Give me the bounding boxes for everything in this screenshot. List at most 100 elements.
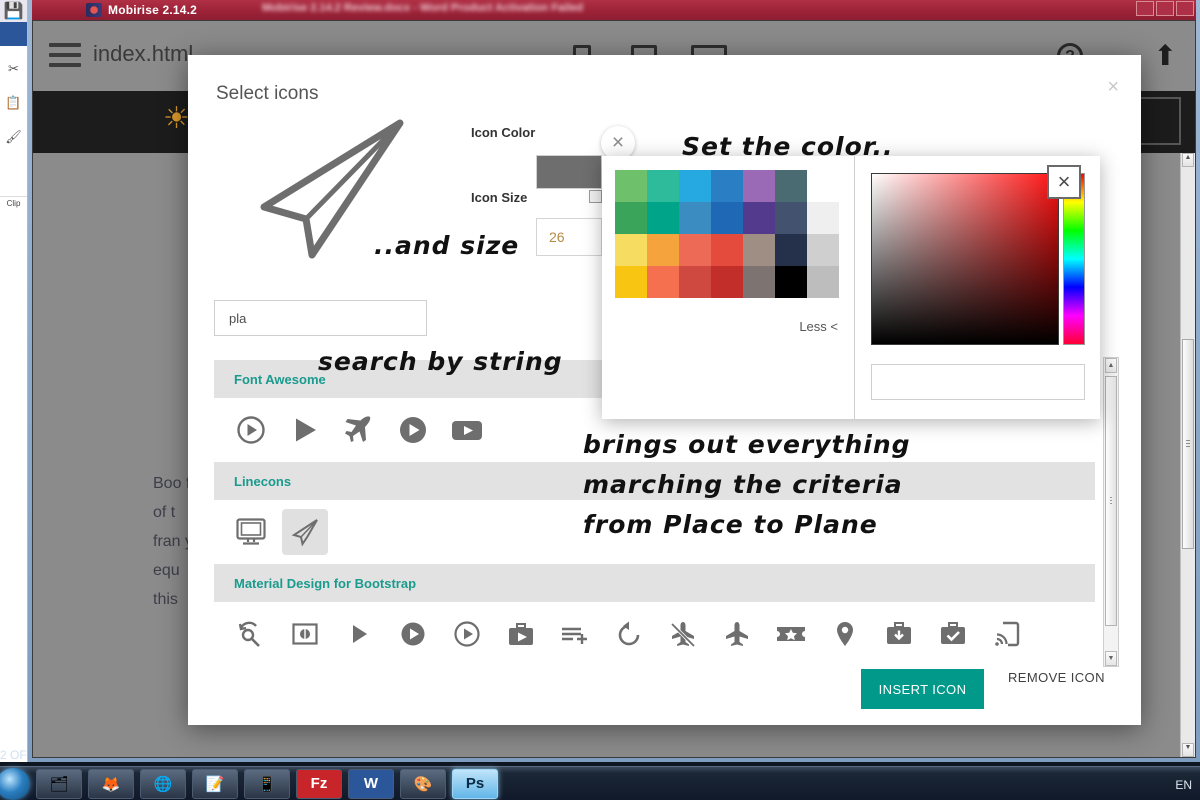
copy-icon[interactable]: 📋 [0, 86, 27, 120]
play-arrow-icon[interactable] [336, 611, 382, 657]
place-pin-icon[interactable] [822, 611, 868, 657]
play-circle-outline-icon[interactable] [444, 611, 490, 657]
color-swatch-1[interactable] [647, 170, 679, 202]
color-swatch-3[interactable] [711, 170, 743, 202]
word-tab-strip[interactable] [0, 22, 27, 46]
play-circle-fill-icon[interactable] [390, 611, 436, 657]
color-swatch-8[interactable] [647, 202, 679, 234]
color-swatch-27[interactable] [807, 266, 839, 298]
airplanemode-on-icon[interactable] [714, 611, 760, 657]
brightness-box-icon[interactable] [282, 611, 328, 657]
color-swatch-13[interactable] [807, 202, 839, 234]
menu-hamburger-icon[interactable] [49, 43, 81, 73]
color-swatch-14[interactable] [615, 234, 647, 266]
search-input[interactable] [214, 300, 427, 336]
publish-upload-icon[interactable]: ⬆ [1154, 43, 1177, 69]
taskbar-photoshop[interactable]: Ps [452, 769, 498, 799]
scroll-up-arrow-icon[interactable]: ▲ [1105, 358, 1117, 373]
screen-cast-icon[interactable] [984, 611, 1030, 657]
page-scrollbar[interactable]: ▲ ▼ [1180, 153, 1195, 757]
color-swatch-22[interactable] [647, 266, 679, 298]
close-advanced-picker-icon[interactable]: × [1047, 165, 1081, 199]
icon-color-swatch-button[interactable] [536, 155, 602, 189]
color-swatch-10[interactable] [711, 202, 743, 234]
youtube-play-icon[interactable] [444, 407, 490, 453]
language-indicator[interactable]: EN [1175, 778, 1192, 792]
taskbar-notepad-plus-plus[interactable]: 📝 [192, 769, 238, 799]
start-button-icon[interactable] [0, 768, 30, 800]
scroll-down-arrow-icon[interactable]: ▼ [1105, 651, 1117, 666]
icon-size-checkbox[interactable] [589, 190, 602, 203]
scroll-up-arrow-icon[interactable]: ▲ [1182, 153, 1194, 167]
taskbar-firefox[interactable]: 🦊 [88, 769, 134, 799]
plane-icon[interactable] [336, 407, 382, 453]
color-swatch-7[interactable] [615, 202, 647, 234]
color-swatch-0[interactable] [615, 170, 647, 202]
paper-plane-icon[interactable] [282, 509, 328, 555]
taskbar-snagit[interactable]: 🎨 [400, 769, 446, 799]
color-swatch-15[interactable] [647, 234, 679, 266]
play-for-work-box-icon[interactable] [498, 611, 544, 657]
dialog-title: Select icons [216, 83, 318, 105]
scrollbar-thumb[interactable] [1105, 376, 1117, 626]
taskbar-filezilla[interactable]: Fz [296, 769, 342, 799]
color-swatch-4[interactable] [743, 170, 775, 202]
color-swatch-24[interactable] [711, 266, 743, 298]
maximize-button[interactable] [1156, 1, 1174, 16]
work-check-icon[interactable] [930, 611, 976, 657]
taskbar-internet-explorer[interactable]: 🌐 [140, 769, 186, 799]
close-icon[interactable]: × [1107, 77, 1119, 97]
remove-icon-button[interactable]: REMOVE ICON [1002, 669, 1111, 686]
taskbar-microsoft-word[interactable]: W [348, 769, 394, 799]
color-swatch-11[interactable] [743, 202, 775, 234]
color-swatch-26[interactable] [775, 266, 807, 298]
playlist-add-icon[interactable] [552, 611, 598, 657]
mobirise-title-bar[interactable]: Mobirise 2.14.2 Mobirise 2.14.2 Review.d… [32, 0, 1196, 20]
filezilla-icon: Fz [311, 775, 328, 792]
scroll-down-arrow-icon[interactable]: ▼ [1182, 743, 1194, 757]
autorenew-search-icon[interactable] [228, 611, 274, 657]
color-swatch-20[interactable] [807, 234, 839, 266]
color-swatch-18[interactable] [743, 234, 775, 266]
airplanemode-off-icon[interactable] [660, 611, 706, 657]
cut-icon[interactable]: ✂ [0, 52, 27, 86]
color-swatch-17[interactable] [711, 234, 743, 266]
word-ribbon-sliver: 💾 ✂ 📋 🖌 Clip [0, 0, 28, 762]
play-circle-filled-icon[interactable] [390, 407, 436, 453]
icon-list-scrollbar[interactable]: ▲ ▼ [1103, 357, 1119, 667]
color-swatch-12[interactable] [775, 202, 807, 234]
color-swatch-6[interactable] [807, 170, 839, 202]
less-toggle-link[interactable]: Less < [799, 319, 838, 334]
notepad-plus-plus-icon: 📝 [206, 775, 225, 793]
close-button[interactable] [1176, 1, 1194, 16]
color-swatch-23[interactable] [679, 266, 711, 298]
save-icon[interactable]: 💾 [0, 0, 27, 22]
color-swatch-2[interactable] [679, 170, 711, 202]
local-play-ticket-icon[interactable] [768, 611, 814, 657]
play-icon[interactable] [282, 407, 328, 453]
color-swatch-5[interactable] [775, 170, 807, 202]
insert-icon-button[interactable]: INSERT ICON [861, 669, 984, 709]
minimize-button[interactable] [1136, 1, 1154, 16]
play-circle-outline-icon[interactable] [228, 407, 274, 453]
saturation-value-area[interactable] [871, 173, 1059, 345]
color-swatch-25[interactable] [743, 266, 775, 298]
icon-size-input[interactable] [536, 218, 602, 256]
color-swatch-9[interactable] [679, 202, 711, 234]
work-download-icon[interactable] [876, 611, 922, 657]
scrollbar-thumb[interactable] [1182, 339, 1194, 549]
format-painter-icon[interactable]: 🖌 [0, 120, 27, 154]
close-color-popover-icon[interactable]: × [601, 126, 635, 160]
hex-color-input[interactable] [871, 364, 1085, 400]
window-controls[interactable] [1136, 1, 1194, 16]
replay-icon[interactable] [606, 611, 652, 657]
color-swatch-21[interactable] [615, 266, 647, 298]
color-swatch-19[interactable] [775, 234, 807, 266]
taskbar-file-explorer[interactable]: 🗂 [36, 769, 82, 799]
color-swatch-16[interactable] [679, 234, 711, 266]
display-monitor-icon[interactable] [228, 509, 274, 555]
color-picker-popover: Less < × [602, 156, 1100, 419]
annotation-search-by-string: search by string [318, 347, 563, 376]
taskbar-android-device-tool[interactable]: 📱 [244, 769, 290, 799]
scrollbar-grip [1110, 497, 1112, 505]
